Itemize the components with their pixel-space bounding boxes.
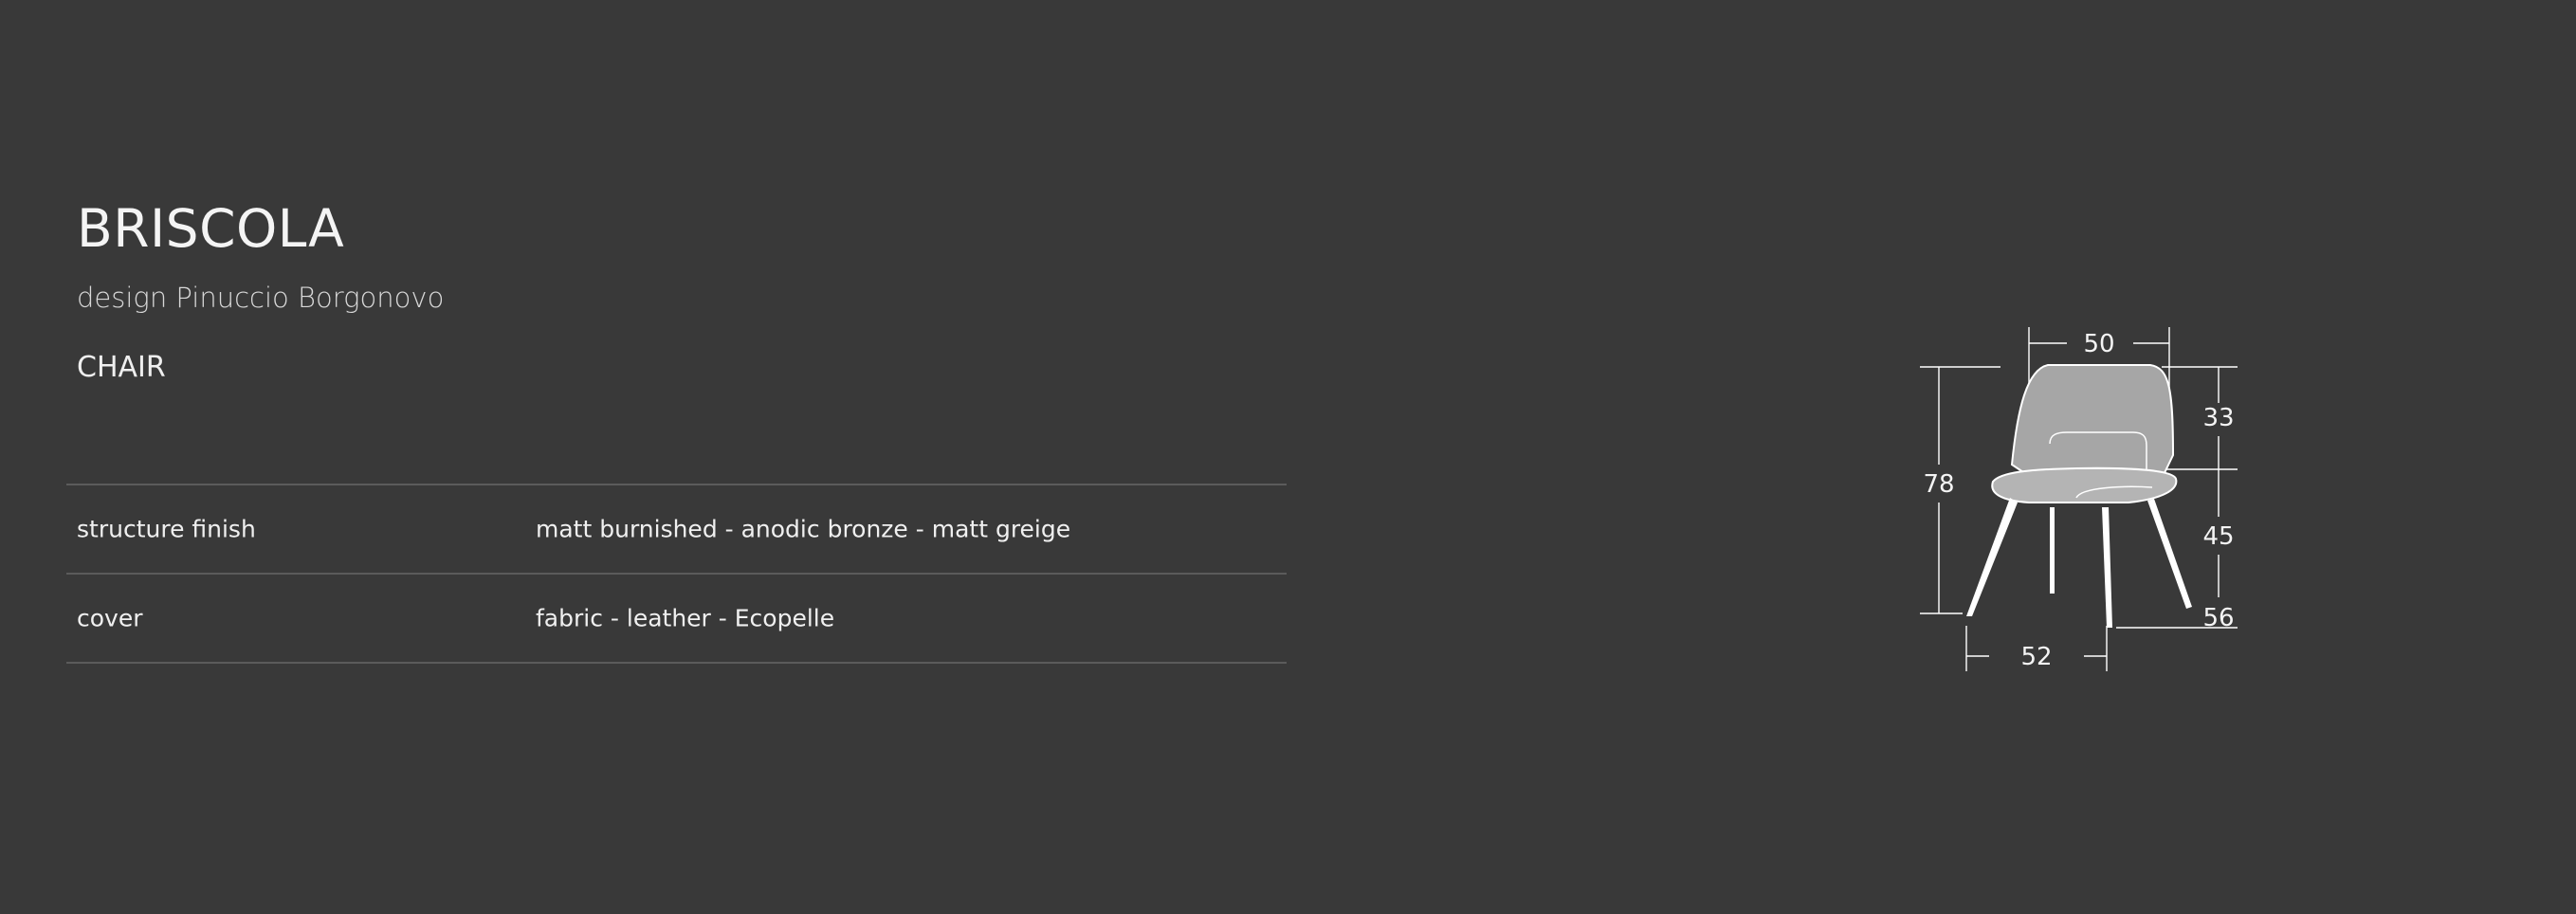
chair-illustration — [1966, 364, 2192, 628]
spec-label: structure finish — [77, 515, 256, 543]
spec-value: fabric - leather - Ecopelle — [536, 604, 835, 632]
spec-value: matt burnished - anodic bronze - matt gr… — [536, 515, 1071, 543]
spec-label: cover — [77, 604, 143, 632]
dim-label-back-height: 33 — [2202, 404, 2234, 432]
spec-table: structure finish matt burnished - anodic… — [66, 484, 1287, 664]
spec-row-cover: cover fabric - leather - Ecopelle — [66, 575, 1287, 664]
dim-label-top-width: 50 — [2083, 330, 2114, 358]
designer-credit: design Pinuccio Borgonovo — [77, 282, 445, 314]
dim-label-depth: 56 — [2202, 604, 2234, 632]
dim-label-total-height: 78 — [1923, 470, 1954, 499]
product-category: CHAIR — [77, 351, 166, 384]
spec-row-structure-finish: structure finish matt burnished - anodic… — [66, 485, 1287, 575]
dim-label-seat-height: 45 — [2202, 522, 2234, 551]
dim-label-width: 52 — [2020, 643, 2052, 671]
chair-dimension-drawing: 50 33 78 45 56 52 — [1920, 327, 2238, 671]
product-title: BRISCOLA — [77, 198, 345, 259]
